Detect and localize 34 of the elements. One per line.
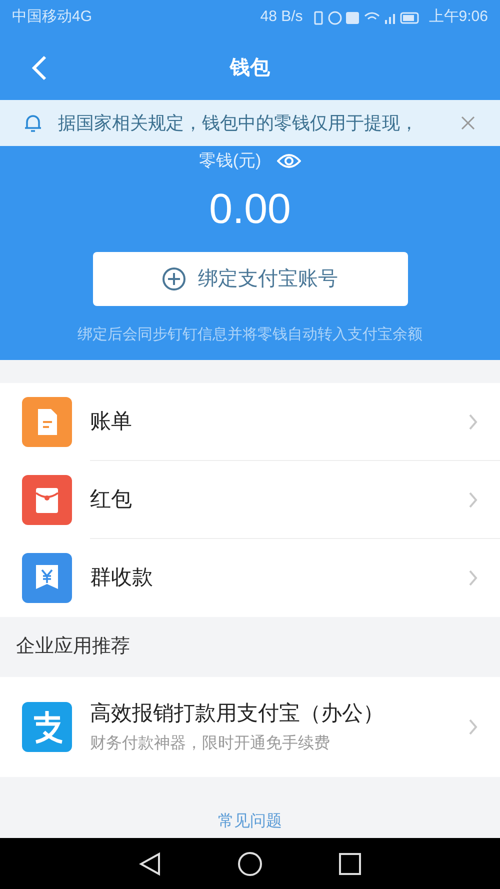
menu-item[interactable]: 群收款 bbox=[0, 539, 500, 617]
wifi-icon bbox=[364, 12, 380, 20]
document-icon bbox=[22, 397, 72, 447]
clock-text: 上午9:06 bbox=[428, 7, 488, 28]
chevron-icon bbox=[468, 490, 478, 508]
chevron-icon bbox=[468, 718, 478, 736]
alipay-icon bbox=[22, 702, 72, 752]
recents-nav-icon[interactable] bbox=[339, 852, 362, 874]
envelope-icon bbox=[22, 475, 72, 525]
carrier-text: 中国移动4G bbox=[12, 7, 92, 28]
back-nav-icon[interactable] bbox=[138, 852, 161, 876]
balance-label: 零钱(元) bbox=[198, 150, 262, 172]
app-title: 高效报销打款用支付宝（办公） bbox=[90, 701, 385, 728]
section-title: 企业应用推荐 bbox=[16, 634, 130, 659]
battery-icon bbox=[400, 12, 419, 24]
network-speed: 48 B/s bbox=[260, 7, 303, 28]
notice-text: 据国家相关规定，钱包中的零钱仅用于提现， bbox=[58, 112, 419, 134]
bind-alipay-button[interactable]: 绑定支付宝账号 bbox=[92, 252, 408, 306]
signal-icon bbox=[384, 14, 395, 24]
back-icon[interactable] bbox=[30, 55, 48, 81]
page-title: 钱包 bbox=[230, 56, 270, 80]
balance-amount: 0.00 bbox=[209, 188, 291, 230]
chevron-icon bbox=[468, 412, 478, 430]
bell-icon bbox=[24, 113, 42, 133]
home-nav-icon[interactable] bbox=[238, 852, 262, 876]
plus-icon bbox=[162, 266, 186, 290]
eye-icon[interactable] bbox=[277, 152, 302, 169]
yen-card-icon bbox=[22, 553, 72, 603]
app-item[interactable]: 高效报销打款用支付宝（办公） 财务付款神器，限时开通免手续费 bbox=[0, 677, 500, 777]
menu-item[interactable]: 红包 bbox=[0, 461, 500, 539]
app-subtitle: 财务付款神器，限时开通免手续费 bbox=[90, 734, 331, 754]
bind-hint: 绑定后会同步钉钉信息并将零钱自动转入支付宝余额 bbox=[78, 324, 422, 344]
chevron-icon bbox=[468, 569, 478, 587]
menu-item[interactable]: 账单 bbox=[0, 383, 500, 461]
